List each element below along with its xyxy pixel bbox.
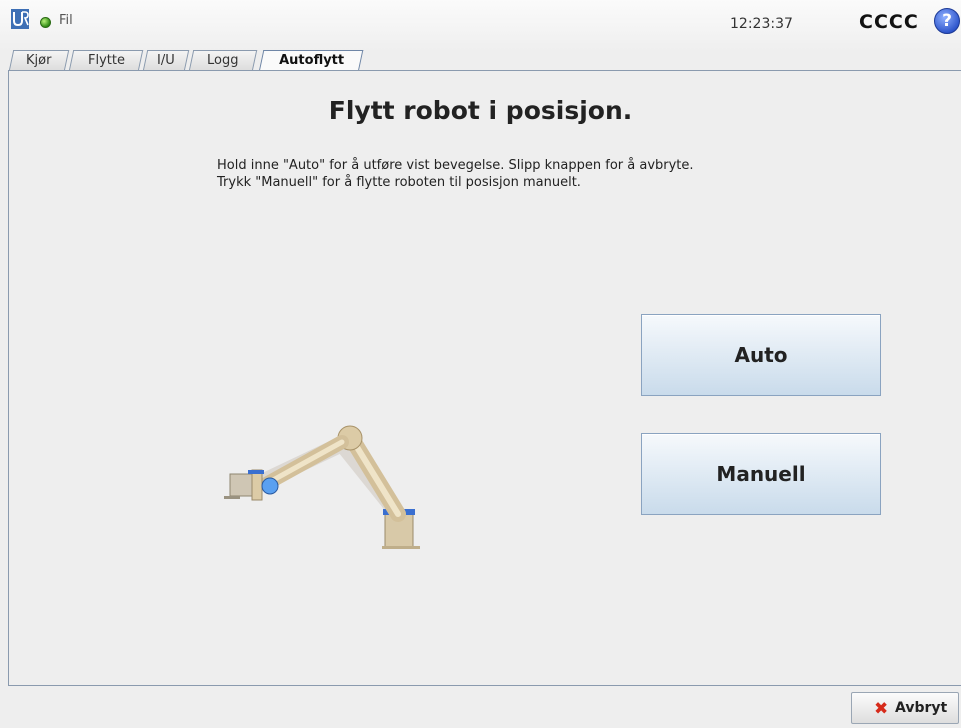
tab-io[interactable]: I/U	[142, 50, 190, 71]
robot-name: CCCC	[859, 11, 919, 33]
file-menu[interactable]: Fil	[59, 13, 73, 28]
close-icon: ✖	[874, 699, 889, 719]
tab-autoflytt[interactable]: Autoflytt	[258, 50, 364, 72]
top-bar: Fil 12:23:37 CCCC ?	[0, 0, 961, 50]
status-indicator-icon	[40, 17, 51, 28]
instruction-text: Hold inne "Auto" for å utføre vist beveg…	[217, 158, 694, 173]
instruction-text: Trykk "Manuell" for å flytte roboten til…	[217, 175, 581, 190]
help-icon[interactable]: ?	[934, 8, 960, 34]
tab-flytte[interactable]: Flytte	[68, 50, 144, 71]
cancel-button[interactable]: ✖ Avbryt	[851, 692, 959, 724]
cancel-label: Avbryt	[895, 700, 948, 716]
clock: 12:23:37	[730, 16, 793, 32]
tab-logg[interactable]: Logg	[188, 50, 258, 71]
page-title: Flytt robot i posisjon.	[328, 96, 633, 125]
manual-button[interactable]: Manuell	[641, 433, 881, 515]
robot-arm-preview	[224, 425, 420, 549]
tab-kjor[interactable]: Kjør	[8, 50, 70, 71]
auto-button[interactable]: Auto	[641, 314, 881, 396]
tab-bar: Kjør Flytte I/U Logg Autoflytt	[8, 50, 958, 72]
ur-logo-icon	[11, 9, 29, 29]
